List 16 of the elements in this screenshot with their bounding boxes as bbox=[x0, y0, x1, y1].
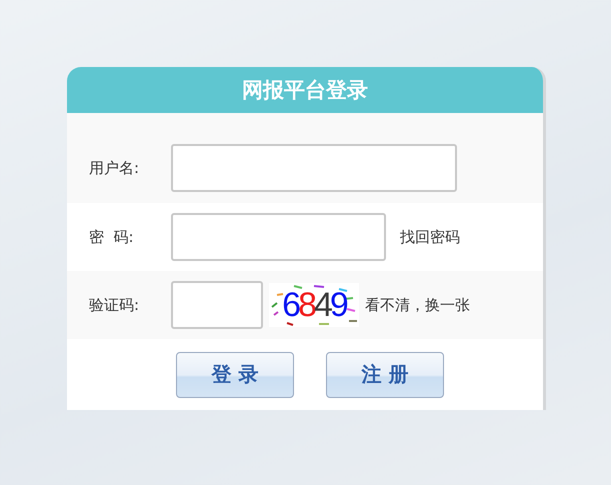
username-field[interactable] bbox=[171, 144, 457, 192]
field-label: 密 码: bbox=[89, 228, 135, 246]
captcha-digit: 8 bbox=[298, 288, 314, 322]
password-field[interactable] bbox=[171, 213, 386, 261]
field-label: 验证码: bbox=[89, 296, 140, 314]
login-button[interactable]: 登 录 bbox=[176, 352, 294, 398]
captcha-digit: 9 bbox=[330, 288, 346, 322]
captcha-image[interactable]: 6849 bbox=[269, 283, 359, 327]
forgot-password-link[interactable]: 找回密码 bbox=[400, 228, 460, 246]
panel-title: 网报平台登录 bbox=[242, 77, 368, 104]
refresh-captcha-link[interactable]: 看不清，换一张 bbox=[365, 296, 470, 314]
field-label: 用户名: bbox=[89, 158, 140, 178]
captcha-digit: 6 bbox=[282, 288, 298, 322]
captcha-digit: 4 bbox=[314, 288, 330, 322]
register-button[interactable]: 注 册 bbox=[326, 352, 444, 398]
captcha-field[interactable] bbox=[171, 281, 263, 329]
